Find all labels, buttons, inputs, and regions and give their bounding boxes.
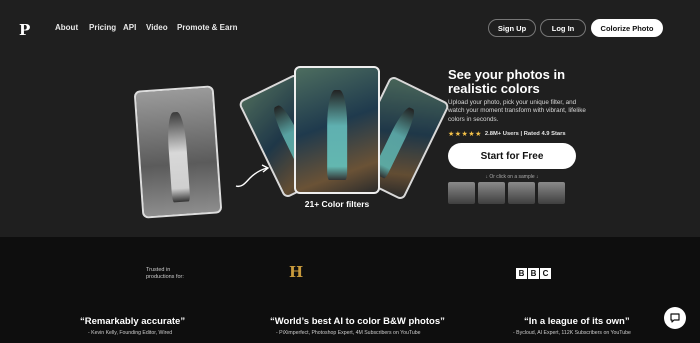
bbc-letter: C <box>540 268 551 279</box>
nav-api[interactable]: API <box>123 23 136 32</box>
sample-hint: ↓ Or click on a sample ↓ <box>485 174 539 180</box>
bbc-letter: B <box>528 268 539 279</box>
hero-subtext: Upload your photo, pick your unique filt… <box>448 99 586 123</box>
chat-button[interactable] <box>664 307 686 329</box>
quote-text: “Remarkably accurate” <box>80 316 186 327</box>
rating: ★★★★★ 2.8M+ Users | Rated 4.9 Stars <box>448 130 566 138</box>
sample-thumbnail[interactable] <box>508 182 535 204</box>
testimonials-section <box>0 237 700 343</box>
login-button[interactable]: Log In <box>540 19 586 37</box>
nav-video[interactable]: Video <box>146 23 168 32</box>
quote-attribution: - Kevin Kelly, Founding Editor, Wired <box>88 330 173 336</box>
quote-attribution: - PiXimperfect, Photoshop Expert, 4M Sub… <box>276 330 421 336</box>
color-card-center <box>294 66 380 194</box>
sample-thumbnail[interactable] <box>478 182 505 204</box>
quote-text: “World’s best AI to color B&W photos” <box>270 316 445 327</box>
colorize-photo-button[interactable]: Colorize Photo <box>591 19 663 37</box>
sample-thumbnails <box>448 182 565 204</box>
rating-text: 2.8M+ Users | Rated 4.9 Stars <box>484 131 566 137</box>
bw-photo <box>133 85 223 219</box>
quote-attribution: - Bycloud, AI Expert, 112K Subscribers o… <box>513 330 631 336</box>
hero-headline: See your photos in realistic colors <box>448 67 566 96</box>
start-free-button[interactable]: Start for Free <box>448 143 576 169</box>
bbc-letter: B <box>516 268 527 279</box>
logo[interactable]: P <box>19 21 30 39</box>
chat-icon <box>670 313 680 323</box>
nav-about[interactable]: About <box>55 23 78 32</box>
signup-button[interactable]: Sign Up <box>488 19 536 37</box>
sample-thumbnail[interactable] <box>448 182 475 204</box>
trusted-label: Trusted in productions for: <box>146 267 184 280</box>
star-icon: ★★★★★ <box>448 131 482 138</box>
quote-text: “In a league of its own” <box>524 316 630 327</box>
filters-label: 21+ Color filters <box>304 199 370 209</box>
history-logo: H <box>289 263 304 281</box>
curved-arrow-icon <box>235 164 270 188</box>
bbc-logo: B B C <box>516 268 551 279</box>
sample-thumbnail[interactable] <box>538 182 565 204</box>
nav-pricing[interactable]: Pricing <box>89 23 116 32</box>
nav-promote[interactable]: Promote & Earn <box>177 23 237 32</box>
